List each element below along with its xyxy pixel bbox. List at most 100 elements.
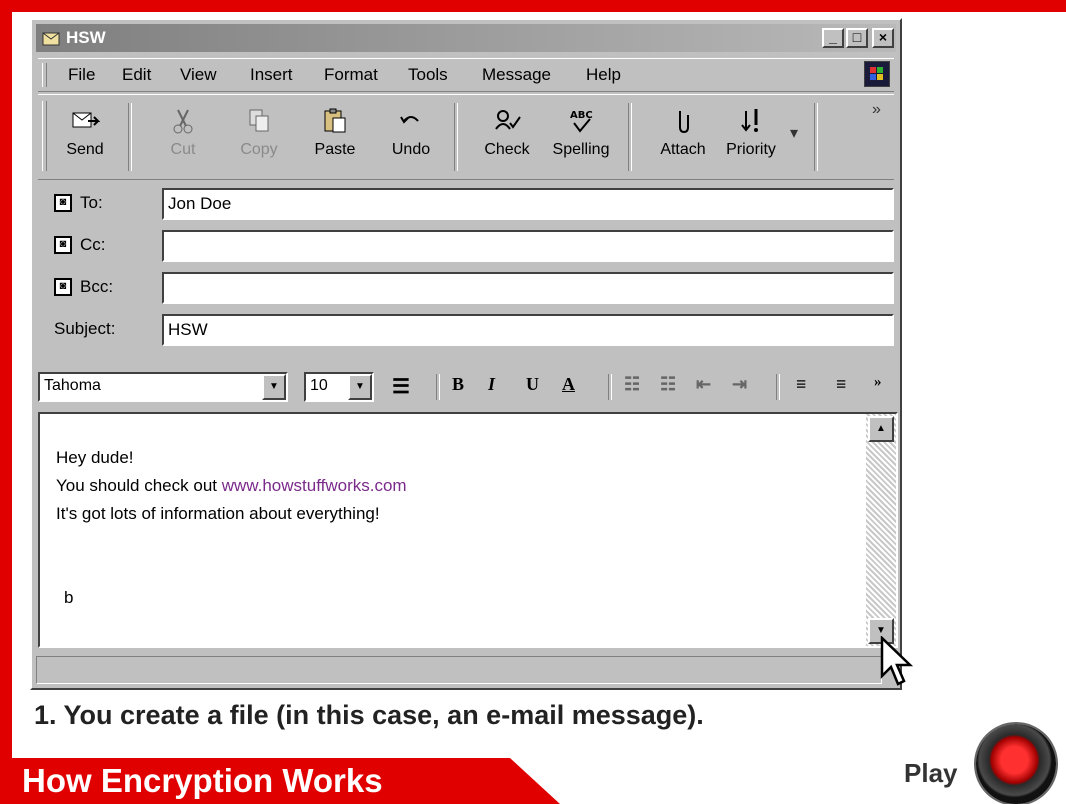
paste-button[interactable]: Paste <box>302 103 368 169</box>
font-name-select[interactable]: Tahoma ▼ <box>38 372 288 402</box>
send-label: Send <box>66 141 104 158</box>
toolbar-separator <box>454 103 458 171</box>
format-separator <box>436 374 440 400</box>
spelling-icon: ABC <box>570 110 593 133</box>
increase-indent-icon[interactable]: ⇥ <box>732 374 747 395</box>
address-book-icon[interactable]: ◙ <box>54 194 72 212</box>
toolbar-overflow-icon[interactable]: » <box>872 101 881 119</box>
bold-button[interactable]: B <box>452 374 464 395</box>
clipboard-icon <box>324 108 346 133</box>
menu-message[interactable]: Message <box>482 65 551 85</box>
to-label[interactable]: To: <box>80 193 103 213</box>
menu-help[interactable]: Help <box>586 65 621 85</box>
paste-label: Paste <box>314 141 356 158</box>
mouse-pointer-icon <box>880 636 914 686</box>
message-line: It's got lots of information about every… <box>56 504 380 523</box>
paragraph-style-icon[interactable]: ☰ <box>392 374 410 399</box>
window-title: HSW <box>66 28 106 47</box>
priority-dropdown-icon[interactable]: ▾ <box>790 123 798 143</box>
new-message-icon <box>42 32 60 46</box>
message-body[interactable]: Hey dude! You should check out www.howst… <box>38 412 898 648</box>
bcc-field[interactable] <box>162 272 894 304</box>
play-label[interactable]: Play <box>904 758 958 789</box>
scissors-icon <box>173 109 193 134</box>
format-separator <box>776 374 780 400</box>
copy-label: Copy <box>240 141 278 158</box>
priority-label: Priority <box>726 141 776 158</box>
subject-label: Subject: <box>54 319 116 338</box>
menu-grip[interactable] <box>42 63 47 87</box>
underline-button[interactable]: U <box>526 374 539 395</box>
spelling-label: Spelling <box>552 141 610 158</box>
windows-logo-icon <box>864 61 890 87</box>
font-color-button[interactable]: A <box>562 374 575 395</box>
decrease-indent-icon[interactable]: ⇤ <box>696 374 711 395</box>
message-link[interactable]: www.howstuffworks.com <box>222 476 407 495</box>
message-text: You should check out <box>56 476 222 495</box>
copy-icon <box>249 109 269 132</box>
align-left-icon[interactable]: ≡ <box>796 374 806 395</box>
address-book-icon[interactable]: ◙ <box>54 236 72 254</box>
check-names-icon <box>495 110 521 130</box>
red-frame-left <box>0 0 12 804</box>
priority-icon <box>741 109 758 132</box>
menu-edit[interactable]: Edit <box>122 65 151 85</box>
banner-title: How Encryption Works <box>22 762 383 799</box>
attach-label: Attach <box>660 141 706 158</box>
chevron-down-icon[interactable]: ▼ <box>348 374 372 400</box>
message-line: Hey dude! <box>56 448 134 467</box>
menu-insert[interactable]: Insert <box>250 65 293 85</box>
toolbar-separator <box>628 103 632 171</box>
spelling-button[interactable]: ABC Spelling <box>548 103 614 169</box>
bulleted-list-icon[interactable]: ☷ <box>660 374 676 395</box>
undo-label: Undo <box>391 141 431 158</box>
subject-field[interactable] <box>162 314 894 346</box>
send-icon <box>72 112 100 128</box>
address-book-icon[interactable]: ◙ <box>54 278 72 296</box>
check-label: Check <box>484 141 530 158</box>
menu-tools[interactable]: Tools <box>408 65 448 85</box>
send-button[interactable]: Send <box>52 103 118 169</box>
undo-button[interactable]: Undo <box>378 103 444 169</box>
message-line: b <box>64 588 74 607</box>
priority-button[interactable]: Priority <box>718 103 784 169</box>
font-size-value: 10 <box>310 377 328 394</box>
title-banner: How Encryption Works <box>0 758 560 804</box>
italic-button[interactable]: I <box>488 374 495 395</box>
menu-file[interactable]: File <box>68 65 95 85</box>
attach-button[interactable]: Attach <box>650 103 716 169</box>
paperclip-icon <box>679 111 689 134</box>
format-overflow-icon[interactable]: » <box>874 374 882 391</box>
maximize-button[interactable]: □ <box>846 28 868 48</box>
vertical-scrollbar[interactable]: ▲ ▼ <box>866 414 896 646</box>
play-button[interactable] <box>976 724 1056 804</box>
step-caption: 1. You create a file (in this case, an e… <box>34 700 704 730</box>
title-bar[interactable]: HSW _ □ × <box>36 24 896 52</box>
font-size-select[interactable]: 10 ▼ <box>304 372 374 402</box>
close-button[interactable]: × <box>872 28 894 48</box>
to-field[interactable] <box>162 188 894 220</box>
cc-field[interactable] <box>162 230 894 262</box>
scroll-up-button[interactable]: ▲ <box>868 416 894 442</box>
formatting-toolbar: Tahoma ▼ 10 ▼ ☰ B I U A ☷ ☷ ⇤ ⇥ ≡ ≡ » <box>36 370 896 404</box>
bcc-label[interactable]: Bcc: <box>80 277 113 297</box>
status-bar <box>36 656 882 684</box>
menu-bar: File Edit View Insert Format Tools Messa… <box>38 58 894 92</box>
align-center-icon[interactable]: ≡ <box>836 374 846 395</box>
cc-label[interactable]: Cc: <box>80 235 106 255</box>
chevron-down-icon[interactable]: ▼ <box>262 374 286 400</box>
undo-icon <box>400 116 419 124</box>
minimize-button[interactable]: _ <box>822 28 844 48</box>
menu-view[interactable]: View <box>180 65 217 85</box>
toolbar-grip[interactable] <box>42 101 47 171</box>
check-names-button[interactable]: Check <box>474 103 540 169</box>
cut-button[interactable]: Cut <box>150 103 216 169</box>
toolbar: Send Cut Copy Paste Undo Check ABC Spell… <box>38 94 894 180</box>
toolbar-separator <box>128 103 132 171</box>
toolbar-separator <box>814 103 818 171</box>
message-line: You should check out www.howstuffworks.c… <box>56 476 407 496</box>
format-separator <box>608 374 612 400</box>
menu-format[interactable]: Format <box>324 65 378 85</box>
copy-button[interactable]: Copy <box>226 103 292 169</box>
numbered-list-icon[interactable]: ☷ <box>624 374 640 395</box>
